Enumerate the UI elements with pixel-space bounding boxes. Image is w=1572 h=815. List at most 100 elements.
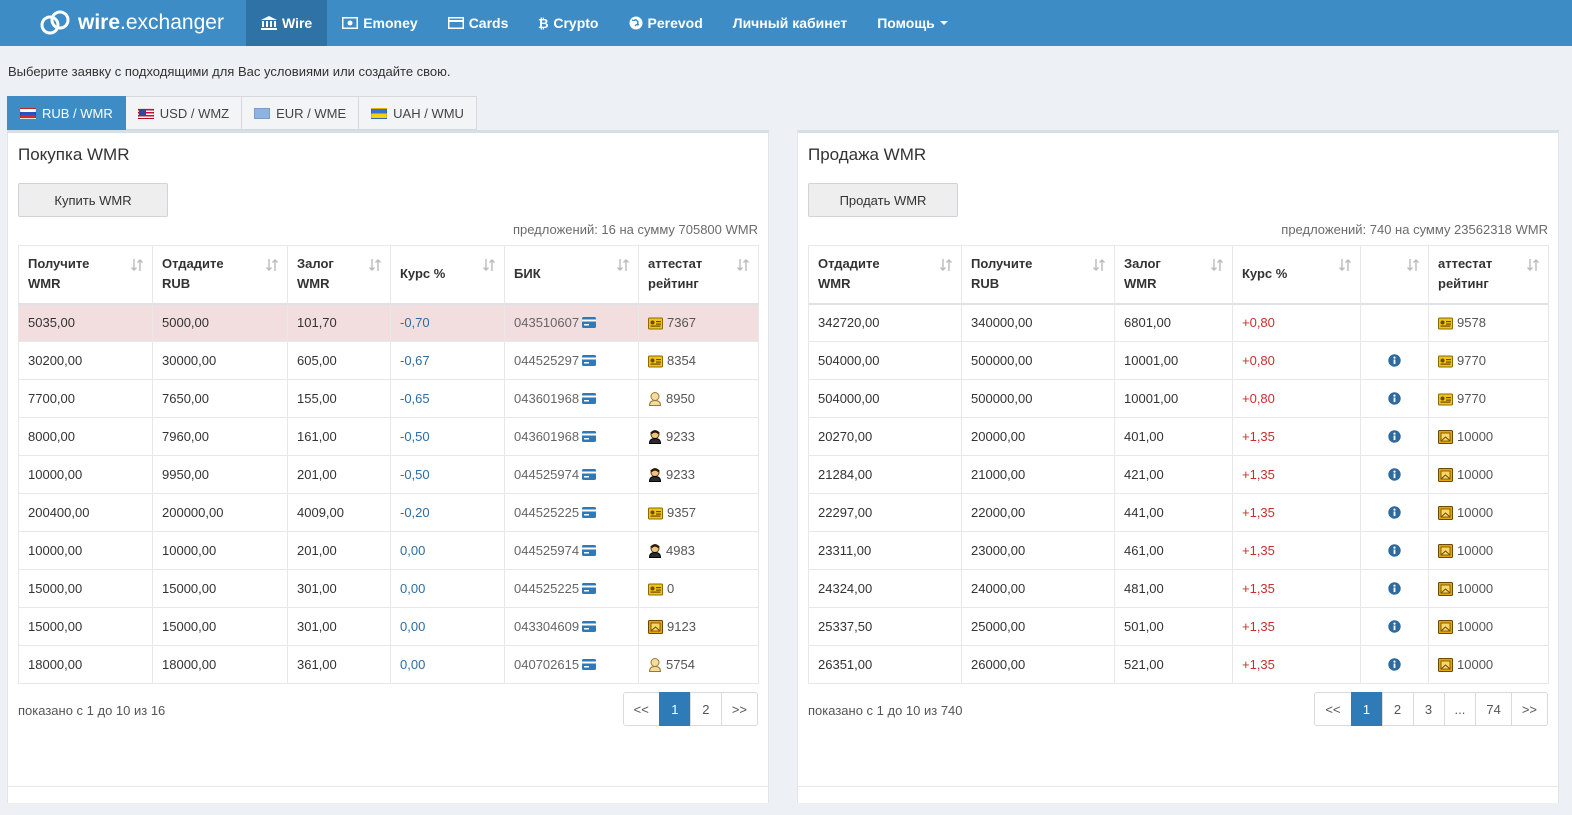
page-button[interactable]: << — [622, 692, 660, 726]
table-row[interactable]: 504000,00 500000,00 10001,00 +0,80 9770 — [808, 379, 1549, 418]
column-header[interactable]: Отдадите WMR — [808, 245, 962, 305]
sort-icon[interactable] — [265, 258, 279, 272]
buy-shown-count: показано с 1 до 10 из 16 — [18, 703, 166, 718]
cell-value: 043601968 — [514, 429, 580, 444]
table-row[interactable]: 5035,00 5000,00 101,70 -0,70 043510607 7367 — [18, 303, 759, 342]
column-header[interactable]: Получите WMR — [18, 245, 153, 305]
nav-item-item-6[interactable]: Помощь — [862, 0, 963, 46]
info-icon[interactable] — [1388, 544, 1401, 557]
sort-icon[interactable] — [1092, 258, 1106, 272]
column-header[interactable]: Отдадите RUB — [152, 245, 288, 305]
page-button[interactable]: >> — [1510, 692, 1548, 726]
tab-us[interactable]: USD / WMZ — [125, 96, 243, 130]
page-button[interactable]: 3 — [1412, 692, 1445, 726]
sort-icon[interactable] — [1338, 258, 1352, 272]
sort-icon[interactable] — [1526, 258, 1540, 272]
column-header[interactable]: Курс % — [390, 245, 505, 305]
table-row[interactable]: 200400,00 200000,00 4009,00 -0,20 044525225 9… — [18, 493, 759, 532]
cell-value: 20000,00 — [971, 429, 1026, 444]
tab-eu[interactable]: EUR / WME — [242, 96, 360, 130]
sort-icon[interactable] — [130, 258, 144, 272]
cell-value: 342720,00 — [818, 315, 880, 331]
attestat-initial-icon — [648, 468, 662, 482]
nav-item-bitcoin[interactable]: ₿ Crypto — [523, 0, 613, 46]
table-row[interactable]: 504000,00 500000,00 10001,00 +0,80 9770 — [808, 341, 1549, 380]
table-row[interactable]: 23311,00 23000,00 461,00 +1,35 10000 — [808, 531, 1549, 570]
table-row[interactable]: 10000,00 10000,00 201,00 0,00 044525974 4983 — [18, 531, 759, 570]
table-row[interactable]: 18000,00 18000,00 361,00 0,00 040702615 5754 — [18, 645, 759, 684]
attestat-personal-icon — [648, 317, 663, 330]
rating-value: 9770 — [1457, 391, 1486, 406]
table-row[interactable]: 8000,00 7960,00 161,00 -0,50 043601968 9233 — [18, 417, 759, 456]
column-header[interactable]: Курс % — [1232, 245, 1361, 305]
rating-value: 10000 — [1457, 543, 1494, 558]
table-row[interactable]: 7700,00 7650,00 155,00 -0,65 043601968 8950 — [18, 379, 759, 418]
table-row[interactable]: 22297,00 22000,00 441,00 +1,35 10000 — [808, 493, 1549, 532]
info-icon[interactable] — [1388, 506, 1401, 519]
table-row[interactable]: 342720,00 340000,00 6801,00 +0,80 9578 — [808, 303, 1549, 342]
info-icon[interactable] — [1388, 468, 1401, 481]
sell-wmr-button[interactable]: Продать WMR — [808, 183, 958, 217]
page-button[interactable]: 2 — [689, 692, 722, 726]
nav-item-item-5[interactable]: Личный кабинет — [718, 0, 862, 46]
page-button[interactable]: << — [1314, 692, 1352, 726]
column-header[interactable]: БИК — [504, 245, 639, 305]
table-row[interactable]: 10000,00 9950,00 201,00 -0,50 044525974 9233 — [18, 455, 759, 494]
buy-wmr-button[interactable]: Купить WMR — [18, 183, 168, 217]
page-button[interactable]: 74 — [1475, 692, 1512, 726]
page-button[interactable]: 1 — [1350, 692, 1383, 726]
tab-ua[interactable]: UAH / WMU — [359, 96, 477, 130]
column-header[interactable]: аттестат рейтинг — [638, 245, 759, 305]
info-icon[interactable] — [1388, 658, 1401, 671]
info-icon[interactable] — [1388, 354, 1401, 367]
cell-value: 4009,00 — [297, 505, 344, 520]
table-cell: 481,00 — [1114, 569, 1233, 608]
sort-icon[interactable] — [736, 258, 750, 272]
table-row[interactable]: 20270,00 20000,00 401,00 +1,35 10000 — [808, 417, 1549, 456]
cell-value: +1,35 — [1242, 619, 1275, 634]
column-header[interactable]: Получите RUB — [961, 245, 1115, 305]
tab-ru[interactable]: RUB / WMR — [7, 96, 126, 130]
info-icon[interactable] — [1388, 620, 1401, 633]
info-icon[interactable] — [1388, 430, 1401, 443]
sort-icon[interactable] — [939, 258, 953, 272]
info-icon[interactable] — [1388, 392, 1401, 405]
table-row[interactable]: 25337,50 25000,00 501,00 +1,35 10000 — [808, 607, 1549, 646]
column-header[interactable] — [1360, 245, 1429, 305]
column-header-line2: WMR — [297, 276, 330, 292]
page-button[interactable]: ... — [1443, 692, 1477, 726]
tab-label: EUR / WME — [276, 105, 347, 121]
table-cell: 043601968 — [504, 417, 639, 456]
table-row[interactable]: 24324,00 24000,00 481,00 +1,35 10000 — [808, 569, 1549, 608]
sort-icon[interactable] — [616, 258, 630, 272]
column-header[interactable]: Залог WMR — [287, 245, 391, 305]
table-cell: 044525297 — [504, 341, 639, 380]
nav-item-globe[interactable]: Perevod — [614, 0, 718, 46]
buy-offers-summary: предложений: 16 на сумму 705800 WMR — [512, 222, 758, 237]
brand-logo[interactable]: wire .exchanger — [0, 0, 246, 46]
table-row[interactable]: 15000,00 15000,00 301,00 0,00 043304609 9123 — [18, 607, 759, 646]
table-cell: 9770 — [1428, 341, 1549, 380]
table-cell: 500000,00 — [961, 379, 1115, 418]
column-header[interactable]: аттестат рейтинг — [1428, 245, 1549, 305]
sort-icon[interactable] — [368, 258, 382, 272]
buy-panel-title: Покупка WMR — [18, 145, 130, 164]
page-button[interactable]: 1 — [658, 692, 691, 726]
sort-icon[interactable] — [482, 258, 496, 272]
nav-item-credit-card[interactable]: Cards — [433, 0, 524, 46]
table-cell: 7960,00 — [152, 417, 288, 456]
page-button[interactable]: 2 — [1381, 692, 1414, 726]
table-row[interactable]: 15000,00 15000,00 301,00 0,00 044525225 0 — [18, 569, 759, 608]
cell-value: 301,00 — [297, 619, 337, 634]
sort-icon[interactable] — [1406, 258, 1420, 272]
table-row[interactable]: 26351,00 26000,00 521,00 +1,35 10000 — [808, 645, 1549, 684]
column-header[interactable]: Залог WMR — [1114, 245, 1233, 305]
page-button[interactable]: >> — [720, 692, 758, 726]
nav-item-money[interactable]: Emoney — [327, 0, 432, 46]
info-icon[interactable] — [1388, 582, 1401, 595]
table-row[interactable]: 21284,00 21000,00 421,00 +1,35 10000 — [808, 455, 1549, 494]
table-row[interactable]: 30200,00 30000,00 605,00 -0,67 044525297 8354 — [18, 341, 759, 380]
sort-icon[interactable] — [1210, 258, 1224, 272]
nav-item-bank[interactable]: Wire — [246, 0, 328, 46]
table-cell: 9770 — [1428, 379, 1549, 418]
